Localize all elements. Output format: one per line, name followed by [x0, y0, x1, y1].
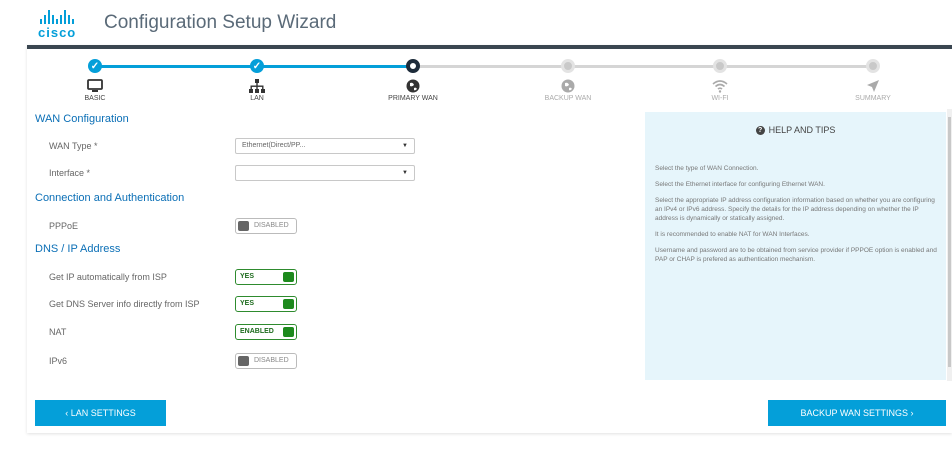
backup-wan-settings-button[interactable]: BACKUP WAN SETTINGS ›: [768, 400, 946, 426]
step-label: SUMMARY: [855, 95, 891, 102]
monitor-icon: [87, 79, 103, 92]
caret-down-icon: ▼: [402, 143, 408, 149]
toggle-knob: [283, 299, 294, 309]
scrollbar-thumb[interactable]: [948, 117, 951, 367]
wan-type-label: WAN Type *: [49, 141, 98, 151]
pending-step-indicator: [866, 59, 880, 73]
cisco-logo-text: cisco: [38, 25, 77, 40]
caret-down-icon: ▼: [402, 170, 408, 176]
help-title: ? HELP AND TIPS: [645, 125, 946, 135]
help-tip: It is recommended to enable NAT for WAN …: [655, 231, 810, 238]
toggle-knob: [283, 327, 294, 337]
lan-settings-button[interactable]: ‹ LAN SETTINGS: [35, 400, 166, 426]
get-ip-label: Get IP automatically from ISP: [49, 272, 167, 282]
help-panel: ? HELP AND TIPS Select the type of WAN C…: [645, 112, 946, 380]
get-ip-toggle[interactable]: YES: [235, 269, 297, 285]
wan-type-select[interactable]: Ethernet(Direct/PP... ▼: [235, 138, 415, 154]
question-icon: ?: [755, 125, 765, 135]
help-title-text: HELP AND TIPS: [768, 125, 836, 135]
step-backup-wan[interactable]: BACKUP WAN: [508, 55, 628, 102]
toggle-state: DISABLED: [254, 222, 289, 229]
network-icon: [249, 79, 265, 93]
toggle-knob: [238, 221, 249, 231]
interface-select[interactable]: ▼: [235, 165, 415, 181]
pending-step-indicator: [561, 59, 575, 73]
wizard-card: ✓ BASIC ✓ LAN PRIMARY WAN BACKUP WAN WI-…: [27, 45, 952, 433]
pppoe-toggle[interactable]: DISABLED: [235, 218, 297, 234]
help-tip: Username and password are to be obtained…: [655, 247, 937, 263]
step-label: LAN: [250, 95, 264, 102]
check-icon: ✓: [250, 59, 264, 73]
toggle-state: YES: [240, 300, 255, 307]
pending-step-indicator: [713, 59, 727, 73]
cisco-logo-bars: [40, 10, 92, 24]
toggle-knob: [283, 272, 294, 282]
nat-toggle[interactable]: ENABLED: [235, 324, 297, 340]
wizard-stepper: ✓ BASIC ✓ LAN PRIMARY WAN BACKUP WAN WI-…: [27, 55, 952, 111]
pppoe-label: PPPoE: [49, 221, 79, 231]
page-title: Configuration Setup Wizard: [104, 12, 337, 33]
get-dns-toggle[interactable]: YES: [235, 296, 297, 312]
toggle-state: ENABLED: [240, 328, 274, 335]
help-tip: Select the Ethernet interface for config…: [655, 181, 825, 188]
app-header: cisco Configuration Setup Wizard: [0, 0, 952, 45]
ipv6-label: IPv6: [49, 356, 68, 366]
help-tip: Select the appropriate IP address config…: [655, 197, 935, 222]
toggle-knob: [238, 356, 249, 366]
step-label: PRIMARY WAN: [388, 95, 438, 102]
globe-icon: [561, 79, 575, 93]
wifi-icon: [712, 80, 728, 93]
cisco-logo: cisco: [38, 10, 92, 42]
progress-line-todo: [413, 65, 873, 68]
toggle-state: YES: [240, 273, 255, 280]
step-label: BACKUP WAN: [544, 95, 592, 102]
scrollbar[interactable]: [947, 109, 952, 381]
interface-label: Interface *: [49, 168, 91, 178]
step-wifi[interactable]: WI-FI: [660, 55, 780, 102]
step-summary[interactable]: SUMMARY: [813, 55, 933, 102]
step-label: BASIC: [84, 95, 106, 102]
step-primary-wan[interactable]: PRIMARY WAN: [353, 55, 473, 102]
get-dns-label: Get DNS Server info directly from ISP: [49, 299, 200, 309]
current-step-indicator: [406, 59, 420, 73]
wan-type-value: Ethernet(Direct/PP...: [242, 142, 306, 149]
step-lan[interactable]: ✓ LAN: [197, 55, 317, 102]
toggle-state: DISABLED: [254, 357, 289, 364]
section-title-auth: Connection and Authentication: [35, 192, 185, 204]
help-tips: Select the type of WAN Connection. Selec…: [655, 164, 939, 271]
send-icon: [867, 80, 879, 92]
step-basic[interactable]: ✓ BASIC: [35, 55, 155, 102]
check-icon: ✓: [88, 59, 102, 73]
nat-label: NAT: [49, 327, 67, 337]
ipv6-toggle[interactable]: DISABLED: [235, 353, 297, 369]
help-tip: Select the type of WAN Connection.: [655, 165, 759, 172]
section-title-dns: DNS / IP Address: [35, 243, 121, 255]
step-label: WI-FI: [711, 95, 729, 102]
globe-icon: [406, 79, 420, 93]
section-title-wan: WAN Configuration: [35, 113, 129, 125]
